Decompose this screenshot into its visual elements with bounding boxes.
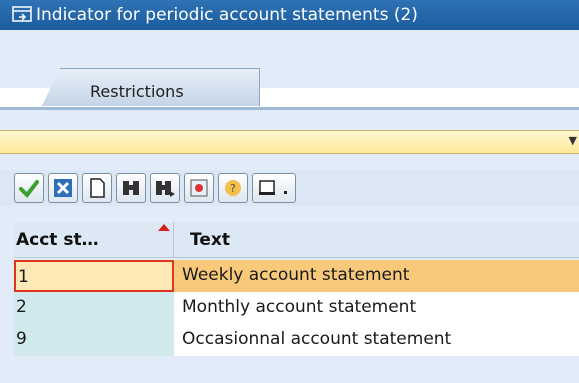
table-row[interactable]: 2 Monthly account statement	[14, 292, 579, 324]
tab-strip	[0, 48, 579, 106]
check-button[interactable]	[14, 173, 44, 203]
cell-text[interactable]: Weekly account statement	[174, 260, 579, 292]
cancel-icon	[54, 179, 72, 197]
print-icon	[259, 180, 287, 195]
sap-icon	[190, 179, 208, 197]
tab-restrictions-label[interactable]: Restrictions	[90, 82, 184, 101]
column-header-text[interactable]: Text	[190, 230, 230, 250]
cancel-button[interactable]	[48, 173, 78, 203]
window-title: Indicator for periodic account statement…	[36, 5, 418, 25]
help-button[interactable]: ?	[218, 173, 248, 203]
find-button[interactable]	[116, 173, 146, 203]
print-button[interactable]	[252, 173, 296, 203]
restrictions-strip[interactable]: ▼	[0, 130, 579, 154]
column-header-acct-st[interactable]: Acct st…	[14, 222, 174, 258]
cell-text[interactable]: Monthly account statement	[174, 292, 579, 324]
title-bar: Indicator for periodic account statement…	[0, 0, 579, 30]
sap-function-button[interactable]	[184, 173, 214, 203]
cell-text[interactable]: Occasionnal account statement	[174, 324, 579, 356]
toolbar: ?	[0, 170, 579, 206]
check-icon	[19, 180, 39, 199]
find-next-button[interactable]	[150, 173, 180, 203]
cell-key[interactable]: 9	[14, 324, 174, 356]
help-icon: ?	[225, 180, 241, 196]
grid-header: Acct st… Text	[14, 222, 579, 258]
sort-ascending-icon	[158, 224, 170, 231]
cell-key[interactable]: 1	[14, 260, 174, 292]
column-header-label: Acct st…	[16, 230, 99, 250]
chevron-down-icon[interactable]: ▼	[569, 134, 577, 147]
window-icon	[12, 6, 32, 22]
tab-underline	[0, 107, 579, 110]
new-document-icon	[90, 178, 105, 198]
svg-text:?: ?	[230, 182, 236, 195]
find-next-icon	[156, 181, 175, 197]
cell-key[interactable]: 2	[14, 292, 174, 324]
table-row[interactable]: 1 Weekly account statement	[14, 260, 579, 292]
table-row[interactable]: 9 Occasionnal account statement	[14, 324, 579, 356]
find-icon	[123, 181, 139, 195]
new-entry-button[interactable]	[82, 173, 112, 203]
